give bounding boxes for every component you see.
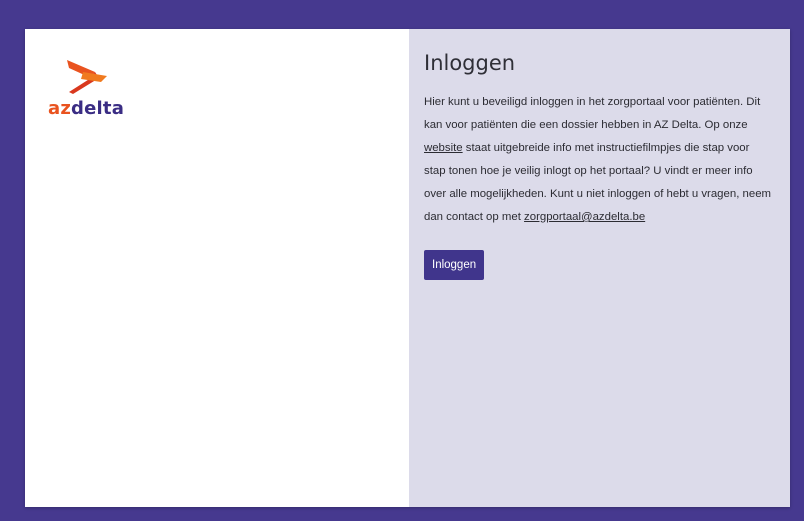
logo-text-delta: delta [71, 98, 125, 119]
email-link[interactable]: zorgportaal@azdelta.be [524, 211, 645, 223]
chevron-logo-icon [67, 60, 107, 94]
page: { "logo": { "text_az": "az", "text_delta… [0, 0, 804, 521]
branding-panel: azdelta [25, 29, 409, 507]
website-link[interactable]: website [424, 142, 463, 154]
logo-text-az: az [48, 98, 72, 119]
login-button[interactable]: Inloggen [424, 250, 485, 280]
description-text-part1: Hier kunt u beveiligd inloggen in het zo… [424, 96, 761, 131]
az-delta-logo: azdelta [48, 58, 158, 128]
page-title: Inloggen [424, 51, 516, 75]
logo-wordmark: azdelta [48, 98, 124, 119]
login-panel: Inloggen Hier kunt u beveiligd inloggen … [409, 29, 790, 507]
login-description: Hier kunt u beveiligd inloggen in het zo… [424, 91, 772, 229]
login-window: azdelta Inloggen Hier kunt u beveiligd i… [25, 29, 790, 507]
